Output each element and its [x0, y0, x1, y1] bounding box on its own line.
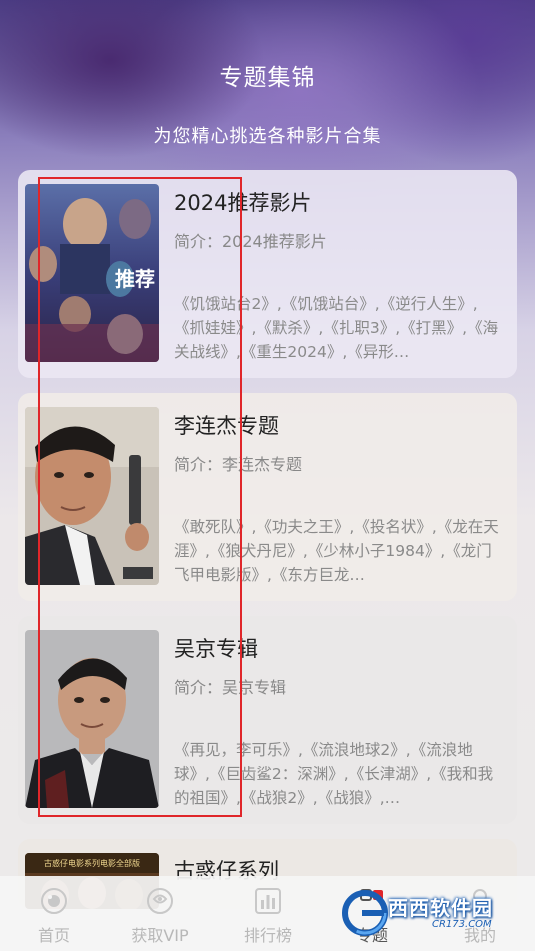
tab-label: 排行榜 [243, 926, 292, 945]
highlight-annotation-box [38, 177, 242, 817]
tab-home[interactable]: 首页 [4, 886, 104, 946]
site-watermark: 西西软件园 CR173.COM [340, 886, 520, 942]
page-subtitle: 为您精心挑选各种影片合集 [153, 126, 382, 147]
tab-vip[interactable]: 获取VIP [110, 886, 210, 946]
watermark-text: 西西软件园 [388, 896, 493, 920]
vip-icon [147, 888, 173, 914]
poster-caption: 古惑仔电影系列电影全部版 [44, 858, 140, 868]
page-title: 专题集锦 [219, 65, 316, 91]
watermark-url: CR173.COM [432, 919, 492, 930]
home-icon [41, 888, 67, 914]
tab-label: 获取VIP [131, 926, 189, 945]
ranking-icon [255, 888, 281, 914]
tab-ranking[interactable]: 排行榜 [218, 886, 318, 946]
watermark-logo-icon [342, 890, 388, 936]
tab-label: 首页 [37, 926, 70, 945]
